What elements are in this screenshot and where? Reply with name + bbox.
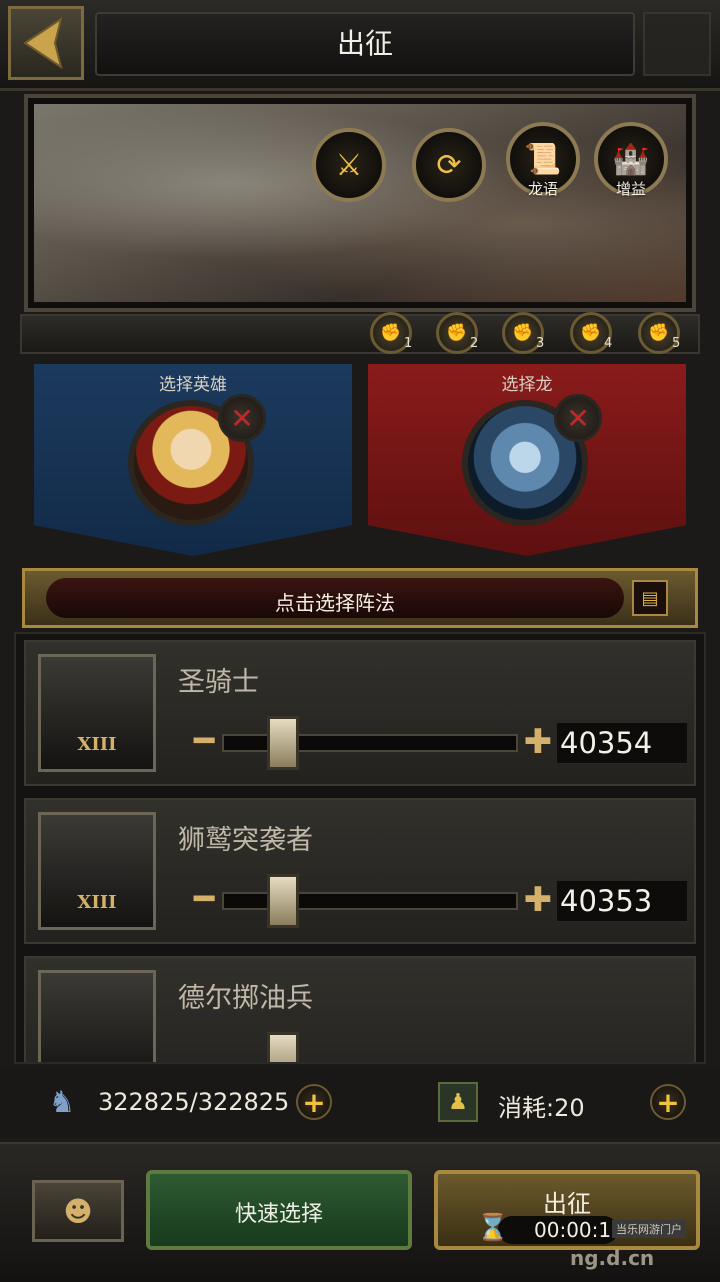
castle-icon: 🏰	[612, 141, 650, 177]
fist-icon: ✊	[512, 323, 534, 343]
swap-button[interactable]: ⟳	[412, 128, 486, 202]
book-icon: ▤	[641, 587, 659, 609]
stamina-icon: ♟	[438, 1082, 478, 1122]
troop-count-value: 40353	[560, 884, 653, 918]
menu-button[interactable]	[643, 12, 711, 76]
page-title: 出征	[336, 27, 393, 60]
quick-select-label: 快速选择	[234, 1202, 323, 1227]
hero-panel-label: 选择英雄	[159, 375, 227, 395]
troop-name: 德尔掷油兵	[178, 983, 313, 1014]
fist-icon: ✊	[446, 323, 468, 343]
battle-mode-button[interactable]: ⚔	[312, 128, 386, 202]
march-timer: 00:00:11	[534, 1218, 624, 1242]
troop-slider-handle[interactable]	[266, 716, 299, 770]
back-button[interactable]	[8, 6, 84, 80]
commanders-button[interactable]: ☻	[32, 1180, 124, 1242]
slot-number: 3	[536, 336, 545, 351]
commanders-icon: ☻	[63, 1194, 93, 1228]
add-troops-button[interactable]: +	[296, 1084, 332, 1120]
stamina-consume: 消耗:20	[498, 1094, 585, 1122]
oil-thrower-portrait	[38, 970, 156, 1062]
troop-row-paladin: XIII 圣骑士 ━ ✚ 40354	[24, 640, 696, 786]
decrease-button[interactable]: ━	[194, 724, 224, 758]
close-icon: ✕	[230, 401, 254, 435]
slot-number: 2	[470, 336, 479, 351]
troop-list[interactable]: XIII 圣骑士 ━ ✚ 40354 XIII 狮鹫突袭者 ━ ✚ 40353 …	[14, 632, 706, 1064]
hourglass-icon: ⌛	[476, 1213, 510, 1243]
watermark-site: ng.d.cn	[570, 1246, 655, 1270]
slot-number: 1	[404, 336, 413, 351]
troop-row-griffin-raider: XIII 狮鹫突袭者 ━ ✚ 40353	[24, 798, 696, 944]
troop-slider-handle[interactable]	[266, 874, 299, 928]
knight-icon: ♞	[48, 1084, 76, 1120]
boost-label: 增益	[615, 180, 646, 198]
march-label: 出征	[543, 1190, 591, 1218]
swap-arrows-icon: ⟳	[436, 147, 462, 183]
increase-button[interactable]: ✚	[522, 882, 554, 918]
troop-name: 狮鹫突袭者	[178, 825, 313, 856]
troop-slider-handle[interactable]	[266, 1032, 299, 1062]
back-arrow-icon	[23, 16, 63, 70]
fist-icon: ✊	[380, 323, 402, 343]
scroll-icon: 📜	[524, 141, 562, 177]
plus-icon: +	[302, 1085, 326, 1119]
close-icon: ✕	[566, 401, 590, 435]
dragon-speech-label: 龙语	[527, 180, 558, 198]
increase-button[interactable]: ✚	[522, 724, 554, 760]
slot-number: 5	[672, 336, 681, 351]
remove-hero-button[interactable]: ✕	[218, 394, 266, 442]
add-stamina-button[interactable]: +	[650, 1084, 686, 1120]
slot-number: 4	[604, 336, 613, 351]
troop-rank: XIII	[77, 892, 117, 913]
formation-label: 点击选择阵法	[275, 591, 395, 615]
troop-name: 圣骑士	[178, 667, 259, 698]
troop-rank: XIII	[77, 734, 117, 755]
formation-book-button[interactable]: ▤	[632, 580, 668, 616]
plus-icon: +	[656, 1085, 680, 1119]
fist-icon: ✊	[648, 323, 670, 343]
dragon-panel-label: 选择龙	[501, 375, 553, 395]
watermark-tag: 当乐网游门户	[612, 1220, 686, 1238]
decrease-button[interactable]: ━	[194, 882, 224, 916]
troop-row-oil-thrower: 德尔掷油兵	[24, 956, 696, 1062]
troops-total: 322825/322825	[98, 1088, 290, 1116]
fist-icon: ✊	[580, 323, 602, 343]
crossed-swords-icon: ⚔	[335, 147, 363, 183]
remove-dragon-button[interactable]: ✕	[554, 394, 602, 442]
troop-count-value: 40354	[560, 726, 653, 760]
